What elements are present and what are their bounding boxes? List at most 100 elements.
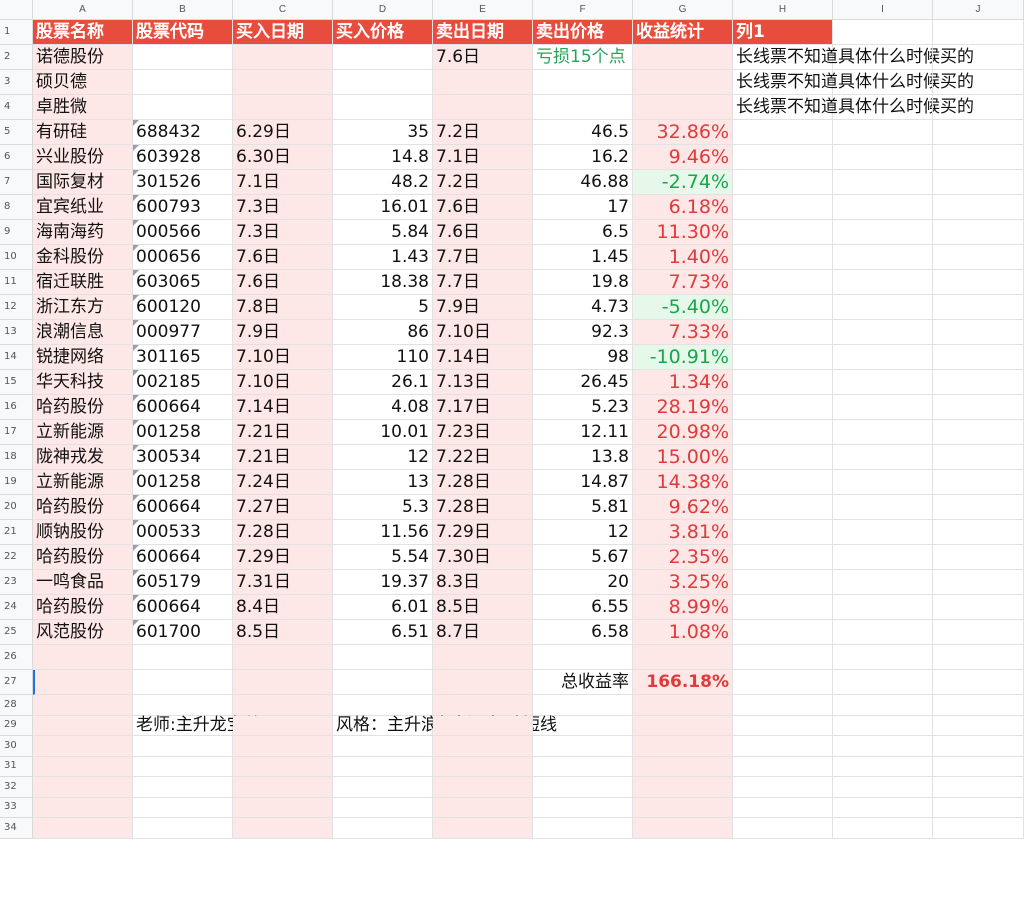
- cell[interactable]: [733, 420, 833, 445]
- cell[interactable]: [633, 756, 733, 777]
- cell[interactable]: [933, 245, 1024, 270]
- cell-buy_date[interactable]: [233, 70, 333, 95]
- cell[interactable]: [733, 495, 833, 520]
- cell-buy_price[interactable]: 35: [333, 120, 433, 145]
- cell-code[interactable]: 301165: [133, 345, 233, 370]
- cell[interactable]: [833, 95, 933, 120]
- cell[interactable]: [933, 95, 1024, 120]
- cell[interactable]: [833, 620, 933, 645]
- cell[interactable]: [33, 645, 133, 670]
- cell-buy_date[interactable]: 7.21日: [233, 420, 333, 445]
- cell-buy_date[interactable]: 7.21日: [233, 445, 333, 470]
- cell[interactable]: [833, 445, 933, 470]
- cell[interactable]: [933, 270, 1024, 295]
- cell-return[interactable]: 15.00%: [633, 445, 733, 470]
- cell[interactable]: [233, 715, 333, 736]
- cell[interactable]: [433, 645, 533, 670]
- cell-sell_price[interactable]: [533, 95, 633, 120]
- cell[interactable]: [533, 797, 633, 818]
- cell-name[interactable]: 一鸣食品: [33, 570, 133, 595]
- row-header-23[interactable]: 23: [0, 570, 33, 595]
- cell-code[interactable]: 605179: [133, 570, 233, 595]
- cell[interactable]: [133, 818, 233, 839]
- cell-buy_price[interactable]: 14.8: [333, 145, 433, 170]
- cell-sell_price[interactable]: 6.55: [533, 595, 633, 620]
- cell[interactable]: [833, 245, 933, 270]
- cell-name[interactable]: 浪潮信息: [33, 320, 133, 345]
- cell[interactable]: [933, 756, 1024, 777]
- cell-name[interactable]: 陇神戎发: [33, 445, 133, 470]
- cell[interactable]: [833, 777, 933, 798]
- cell-return[interactable]: 32.86%: [633, 120, 733, 145]
- row-header-2[interactable]: 2: [0, 45, 33, 70]
- row-header-8[interactable]: 8: [0, 195, 33, 220]
- cell[interactable]: [733, 120, 833, 145]
- cell-name[interactable]: 宜宾纸业: [33, 195, 133, 220]
- cell-code[interactable]: 688432: [133, 120, 233, 145]
- cell[interactable]: [833, 145, 933, 170]
- cell[interactable]: [733, 470, 833, 495]
- cell-note[interactable]: 长线票不知道具体什么时候买的: [733, 95, 974, 120]
- cell-code[interactable]: [133, 70, 233, 95]
- cell-code[interactable]: 300534: [133, 445, 233, 470]
- cell-buy_price[interactable]: 48.2: [333, 170, 433, 195]
- cell[interactable]: [933, 570, 1024, 595]
- cell-buy_date[interactable]: 7.28日: [233, 520, 333, 545]
- cell[interactable]: [833, 645, 933, 670]
- cell[interactable]: [433, 670, 533, 695]
- cell[interactable]: [333, 756, 433, 777]
- row-header-32[interactable]: 32: [0, 777, 33, 798]
- cell-sell_date[interactable]: 7.9日: [433, 295, 533, 320]
- row-header-6[interactable]: 6: [0, 145, 33, 170]
- cell-buy_date[interactable]: 7.27日: [233, 495, 333, 520]
- cell[interactable]: [833, 470, 933, 495]
- row-header-7[interactable]: 7: [0, 170, 33, 195]
- row-header-15[interactable]: 15: [0, 370, 33, 395]
- cell-sell_price[interactable]: 5.23: [533, 395, 633, 420]
- cell-buy_date[interactable]: 7.3日: [233, 220, 333, 245]
- cell-return[interactable]: 9.46%: [633, 145, 733, 170]
- cell[interactable]: [133, 756, 233, 777]
- cell-buy_price[interactable]: 12: [333, 445, 433, 470]
- cell-name[interactable]: 哈药股份: [33, 395, 133, 420]
- header-cell-code[interactable]: 股票代码: [133, 20, 233, 45]
- row-header-33[interactable]: 33: [0, 797, 33, 818]
- cell-code[interactable]: 000656: [133, 245, 233, 270]
- cell-return[interactable]: 2.35%: [633, 545, 733, 570]
- cell[interactable]: [833, 595, 933, 620]
- cell-buy_price[interactable]: 6.51: [333, 620, 433, 645]
- cell-buy_date[interactable]: 7.9日: [233, 320, 333, 345]
- cell[interactable]: [433, 797, 533, 818]
- cell[interactable]: [933, 695, 1024, 716]
- cell-sell_date[interactable]: 8.5日: [433, 595, 533, 620]
- select-all-corner[interactable]: [0, 0, 33, 20]
- cell[interactable]: [733, 195, 833, 220]
- cell-sell_date[interactable]: 8.3日: [433, 570, 533, 595]
- cell-sell_price[interactable]: 12: [533, 520, 633, 545]
- cell-buy_price[interactable]: 10.01: [333, 420, 433, 445]
- cell[interactable]: [933, 195, 1024, 220]
- row-header-10[interactable]: 10: [0, 245, 33, 270]
- cell[interactable]: [933, 170, 1024, 195]
- cell-return[interactable]: 8.99%: [633, 595, 733, 620]
- cell-buy_price[interactable]: 13: [333, 470, 433, 495]
- cell-sell_date[interactable]: 7.28日: [433, 495, 533, 520]
- cell-buy_price[interactable]: [333, 45, 433, 70]
- cell-sell_date[interactable]: 7.1日: [433, 145, 533, 170]
- cell-sell_price[interactable]: 6.58: [533, 620, 633, 645]
- cell-buy_price[interactable]: 11.56: [333, 520, 433, 545]
- cell-buy_date[interactable]: 7.10日: [233, 370, 333, 395]
- cell-code[interactable]: 601700: [133, 620, 233, 645]
- cell[interactable]: [733, 320, 833, 345]
- cell[interactable]: [233, 695, 333, 716]
- cell[interactable]: [833, 45, 933, 70]
- cell-code[interactable]: 301526: [133, 170, 233, 195]
- cell-return[interactable]: 7.73%: [633, 270, 733, 295]
- header-cell-col1[interactable]: 列1: [733, 20, 833, 45]
- cell[interactable]: [933, 220, 1024, 245]
- cell[interactable]: [533, 756, 633, 777]
- cell[interactable]: [433, 695, 533, 716]
- cell-return[interactable]: 3.81%: [633, 520, 733, 545]
- cell-name[interactable]: 华天科技: [33, 370, 133, 395]
- cell[interactable]: [733, 595, 833, 620]
